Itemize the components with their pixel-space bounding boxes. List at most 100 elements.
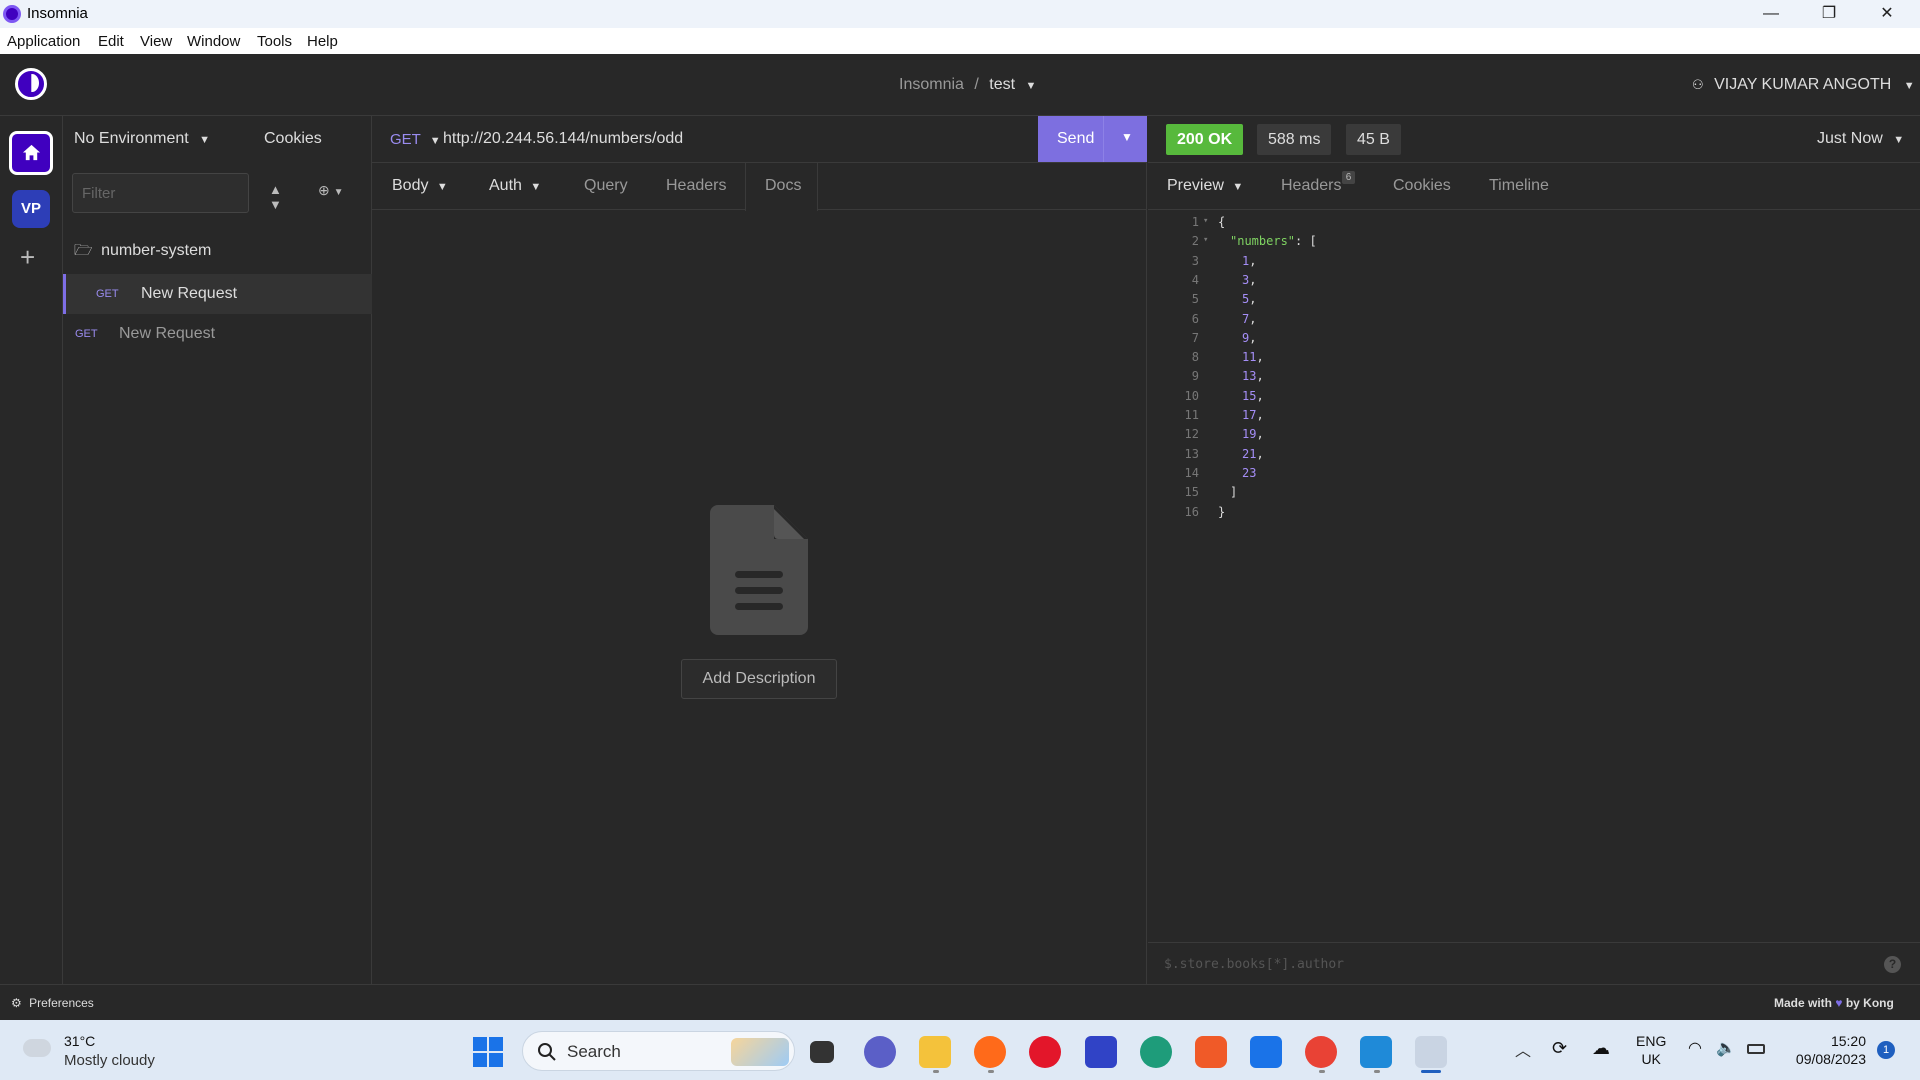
- menu-tools[interactable]: Tools: [257, 33, 292, 50]
- search-highlight-icon: [731, 1038, 789, 1066]
- tab-query[interactable]: Query: [584, 177, 628, 195]
- language-indicator[interactable]: ENG UK: [1636, 1032, 1666, 1068]
- line-number: 10: [1184, 388, 1199, 403]
- status-badge: 200 OK: [1166, 124, 1244, 155]
- running-indicator: [1319, 1070, 1325, 1073]
- weather-widget[interactable]: 31°C Mostly cloudy: [20, 1030, 165, 1072]
- menu-help[interactable]: Help: [307, 33, 338, 50]
- close-button[interactable]: ✕: [1864, 2, 1910, 26]
- code-text: 15,: [1242, 389, 1264, 403]
- json-punctuation: ]: [1230, 485, 1238, 500]
- show-hidden-icons-icon[interactable]: ︿: [1515, 1037, 1531, 1061]
- teams-chat-icon[interactable]: [864, 1036, 896, 1068]
- chevron-down-icon: ▼: [436, 181, 448, 193]
- code-text: 7,: [1242, 312, 1256, 326]
- volume-icon[interactable]: 🔈: [1716, 1038, 1736, 1058]
- code-line: 9 13,: [1148, 369, 1920, 388]
- code-line: 8 11,: [1148, 350, 1920, 369]
- vscode-icon[interactable]: [1360, 1036, 1392, 1068]
- json-path-filter-input[interactable]: [1156, 951, 1856, 977]
- onedrive-cloud-icon[interactable]: ☁: [1592, 1038, 1610, 1059]
- firefox-icon[interactable]: [974, 1036, 1006, 1068]
- language-region: UK: [1641, 1051, 1661, 1067]
- notification-badge[interactable]: 1: [1877, 1041, 1895, 1059]
- code-text: }: [1218, 505, 1225, 519]
- sync-icon[interactable]: ⟳: [1552, 1038, 1567, 1059]
- chevron-down-icon[interactable]: ▼: [1026, 80, 1037, 92]
- json-number: 15: [1242, 388, 1257, 403]
- mail-icon[interactable]: [1250, 1036, 1282, 1068]
- org-avatar[interactable]: VP: [12, 190, 50, 228]
- plus-circle-icon: ⊕: [318, 182, 330, 198]
- wifi-icon[interactable]: ◠: [1688, 1038, 1702, 1058]
- windows-start-icon[interactable]: [473, 1037, 503, 1067]
- search-icon: [538, 1043, 556, 1061]
- chrome-icon[interactable]: [1305, 1036, 1337, 1068]
- user-menu[interactable]: ⚇ VIJAY KUMAR ANGOTH ▼: [1692, 76, 1915, 94]
- method-selector[interactable]: GET ▼: [390, 131, 441, 148]
- editor-app-icon[interactable]: [1085, 1036, 1117, 1068]
- tab-docs[interactable]: Docs: [745, 163, 818, 211]
- json-punctuation: ,: [1249, 272, 1257, 287]
- request-item[interactable]: GET New Request: [63, 314, 372, 354]
- tab-body[interactable]: Body ▼: [392, 177, 448, 195]
- add-org-button[interactable]: +: [20, 242, 35, 273]
- add-description-button[interactable]: Add Description: [681, 659, 837, 699]
- brave-icon[interactable]: [1195, 1036, 1227, 1068]
- made-with-link[interactable]: Made with ♥ by Kong: [1774, 996, 1894, 1010]
- help-icon[interactable]: ?: [1884, 956, 1901, 973]
- response-history-selector[interactable]: Just Now ▼: [1817, 130, 1904, 148]
- tab-timeline[interactable]: Timeline: [1489, 177, 1549, 195]
- response-pane: 200 OK 588 ms 45 B Just Now ▼ Preview ▼ …: [1148, 116, 1920, 984]
- code-text: 5,: [1242, 292, 1256, 306]
- folder-item[interactable]: 🗁 number-system: [74, 240, 211, 265]
- menu-view[interactable]: View: [140, 33, 172, 50]
- line-number: 2: [1191, 234, 1199, 249]
- tab-response-headers[interactable]: Headers: [1281, 177, 1341, 195]
- clock[interactable]: 15:20 09/08/2023: [1788, 1032, 1866, 1068]
- sort-icon[interactable]: ▲ ▼: [269, 182, 282, 212]
- insomnia-home-icon[interactable]: [15, 68, 47, 100]
- insomnia-taskbar-icon[interactable]: [1415, 1036, 1447, 1068]
- line-number: 16: [1184, 504, 1199, 519]
- menu-application[interactable]: Application: [7, 33, 80, 50]
- preferences-button[interactable]: ⚙ Preferences: [11, 996, 94, 1010]
- tab-headers[interactable]: Headers: [666, 177, 726, 195]
- tab-preview[interactable]: Preview ▼: [1167, 177, 1243, 195]
- chevron-down-icon[interactable]: ▼: [1121, 130, 1133, 144]
- fold-arrow-icon[interactable]: ▾: [1203, 235, 1208, 245]
- code-line: 4 3,: [1148, 273, 1920, 292]
- file-explorer-icon[interactable]: [919, 1036, 951, 1068]
- menu-edit[interactable]: Edit: [98, 33, 124, 50]
- send-button[interactable]: Send ▼: [1038, 116, 1147, 162]
- task-view-icon[interactable]: [810, 1041, 834, 1063]
- menu-window[interactable]: Window: [187, 33, 240, 50]
- home-button[interactable]: [9, 131, 53, 175]
- cookies-button[interactable]: Cookies: [264, 130, 322, 148]
- fold-arrow-icon[interactable]: ▾: [1203, 216, 1208, 226]
- tab-auth[interactable]: Auth ▼: [489, 177, 541, 195]
- environment-selector[interactable]: No Environment ▼: [74, 130, 210, 148]
- breadcrumb-root[interactable]: Insomnia: [899, 76, 964, 93]
- opera-icon[interactable]: [1029, 1036, 1061, 1068]
- code-line: 1 ▾ {: [1148, 215, 1920, 234]
- minimize-button[interactable]: —: [1748, 2, 1794, 26]
- json-number: 19: [1242, 427, 1257, 442]
- filter-input[interactable]: [72, 173, 249, 213]
- add-request-button[interactable]: ⊕ ▼: [318, 182, 344, 199]
- tab-response-cookies[interactable]: Cookies: [1393, 177, 1451, 195]
- restore-button[interactable]: ❐: [1806, 2, 1852, 26]
- url-input[interactable]: http://20.244.56.144/numbers/odd: [443, 130, 683, 148]
- home-icon: [22, 144, 41, 161]
- search-label: Search: [567, 1042, 621, 1061]
- code-line: 5 5,: [1148, 292, 1920, 311]
- line-number: 9: [1191, 369, 1199, 384]
- edge-icon[interactable]: [1140, 1036, 1172, 1068]
- line-number: 8: [1191, 350, 1199, 365]
- project-selector[interactable]: test: [989, 76, 1015, 93]
- request-item[interactable]: GET New Request: [63, 274, 372, 314]
- weather-description: Mostly cloudy: [64, 1052, 155, 1069]
- battery-icon[interactable]: [1747, 1044, 1765, 1054]
- taskbar-search[interactable]: Search: [522, 1031, 795, 1071]
- code-line: 6 7,: [1148, 312, 1920, 331]
